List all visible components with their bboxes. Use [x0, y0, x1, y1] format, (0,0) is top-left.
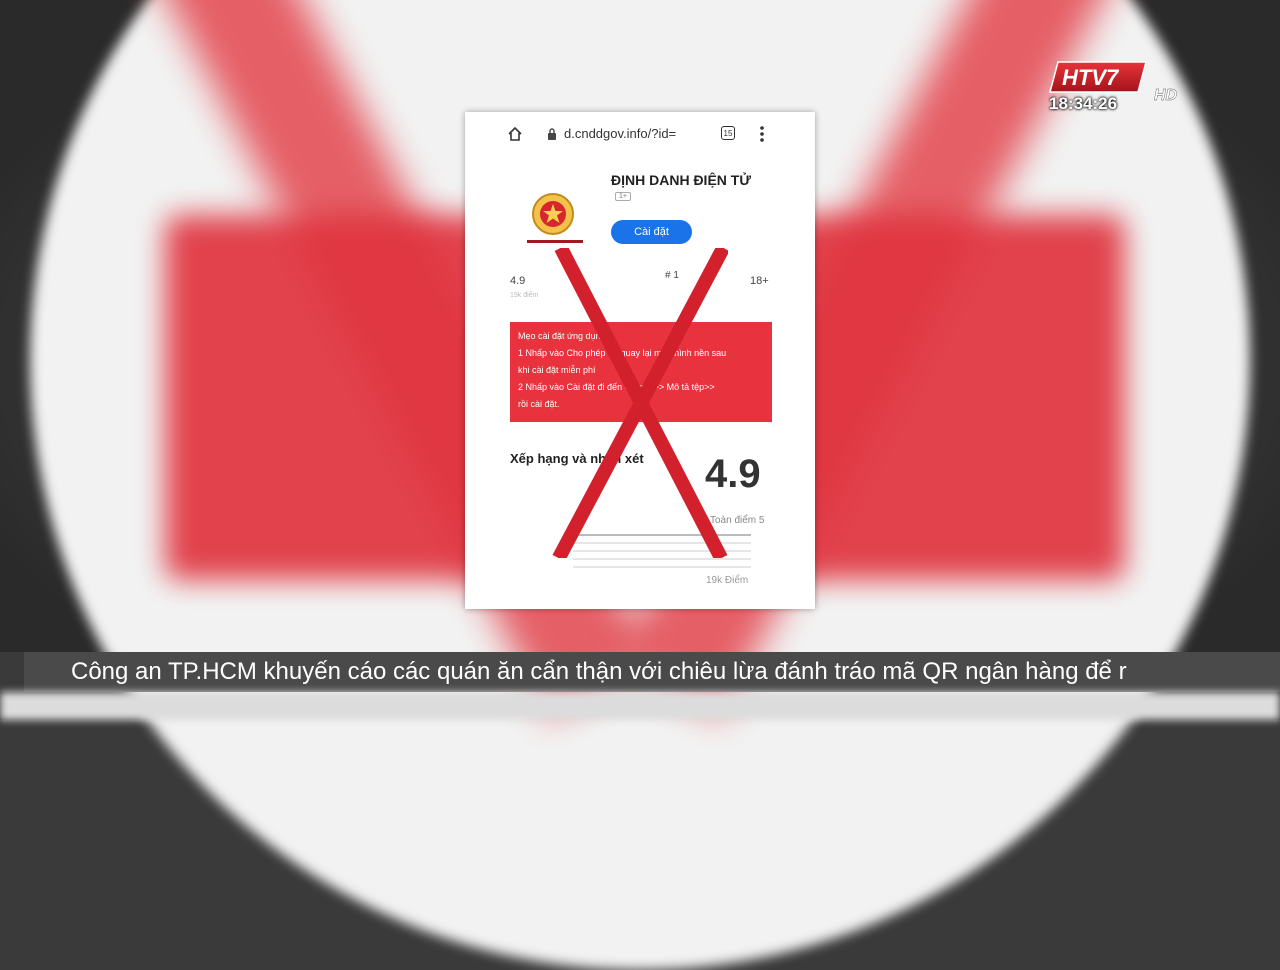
bottom-blur-strip: [0, 692, 1280, 720]
ticker-badge: [0, 652, 24, 692]
ticker-text: Công an TP.HCM khuyến cáo các quán ăn cẩ…: [71, 658, 1127, 685]
broadcast-clock: 18:34:26: [1049, 94, 1118, 113]
stat-rating: 4.9: [510, 275, 526, 287]
tab-switcher-icon[interactable]: 15: [721, 126, 735, 140]
app-logo-emblem: [527, 193, 583, 243]
home-icon[interactable]: [507, 126, 523, 142]
channel-logo-text: HTV7: [1062, 65, 1120, 90]
news-ticker: Công an TP.HCM khuyến cáo các quán ăn cẩ…: [0, 652, 1280, 692]
red-cross-overlay-icon: [552, 248, 728, 558]
app-title: ĐỊNH DANH ĐIỆN TỬ: [611, 172, 751, 188]
more-menu-icon[interactable]: [759, 125, 765, 143]
install-button[interactable]: Cài đặt: [611, 220, 692, 244]
lock-icon: [548, 128, 556, 140]
channel-hd-text: HD: [1154, 87, 1178, 104]
rating-count: 19k Điểm: [706, 575, 749, 586]
url-text[interactable]: d.cnddgov.info/?id=: [564, 126, 676, 141]
browser-address-bar: d.cnddgov.info/?id= 15: [465, 112, 815, 156]
rating-bar: [573, 566, 751, 568]
rating-bar: [573, 558, 751, 560]
stat-rating-sub: 19k điểm: [510, 292, 539, 299]
age-chip: 1+: [615, 192, 631, 201]
stat-age: 18+: [750, 275, 769, 287]
